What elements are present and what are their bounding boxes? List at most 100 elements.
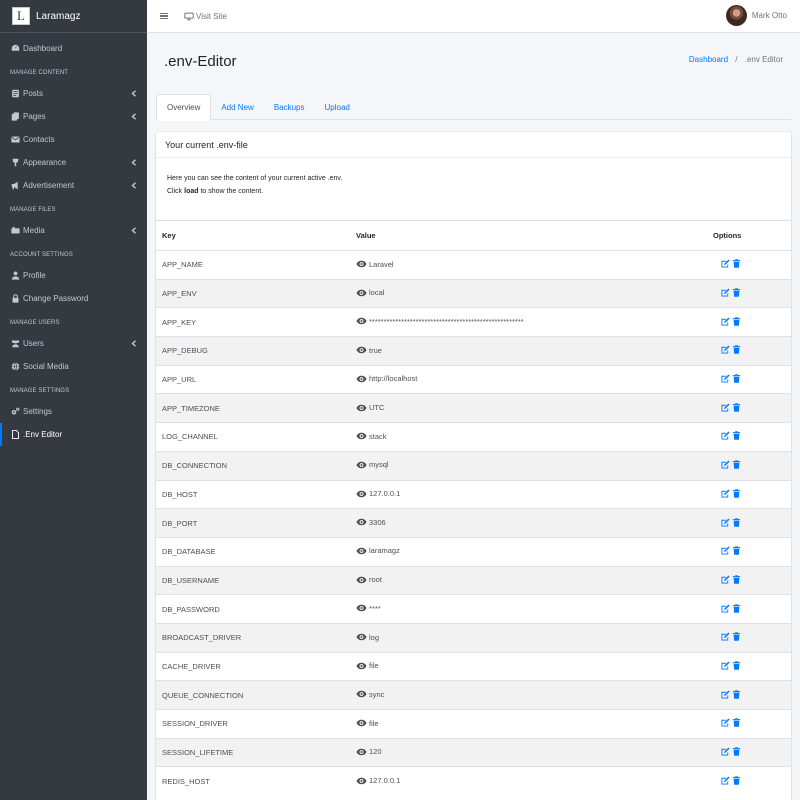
edit-icon[interactable]	[721, 575, 730, 586]
env-value-cell: sync	[356, 680, 713, 710]
env-key: DB_PASSWORD	[156, 594, 356, 624]
eye-icon[interactable]	[356, 490, 367, 498]
row-options	[713, 622, 791, 653]
edit-icon[interactable]	[721, 288, 730, 299]
edit-icon[interactable]	[721, 317, 730, 328]
sidebar-item-pages[interactable]: Pages	[0, 105, 147, 128]
edit-icon[interactable]	[721, 604, 730, 615]
trash-icon[interactable]	[732, 517, 741, 529]
trash-icon[interactable]	[732, 431, 741, 442]
eye-icon[interactable]	[356, 777, 367, 785]
eye-icon[interactable]	[356, 576, 367, 584]
tab-backups[interactable]: Backups	[264, 94, 315, 120]
row-options	[713, 565, 791, 595]
env-value: ****************************************…	[369, 316, 524, 326]
trash-icon[interactable]	[732, 489, 741, 500]
eye-icon[interactable]	[356, 547, 367, 555]
sidebar-item-contacts[interactable]: Contacts	[0, 128, 147, 151]
trash-icon[interactable]	[732, 460, 741, 471]
eye-icon[interactable]	[356, 375, 367, 383]
eye-icon[interactable]	[356, 346, 367, 354]
visit-site-link[interactable]: Visit Site	[184, 12, 227, 21]
eye-icon[interactable]	[356, 662, 367, 670]
trash-icon[interactable]	[732, 603, 741, 615]
user-menu[interactable]: Mark Otto	[725, 5, 787, 26]
sidebar: L Laramagz Dashboard MANAGE CONTENT Posts P…	[0, 0, 147, 800]
sidebar-item-social-media[interactable]: Social Media	[0, 355, 147, 378]
tab-add-new[interactable]: Add New	[211, 94, 263, 120]
breadcrumb-dashboard-link[interactable]: Dashboard	[689, 55, 728, 64]
edit-icon[interactable]	[721, 718, 730, 729]
edit-icon[interactable]	[721, 345, 730, 356]
edit-icon[interactable]	[721, 374, 730, 385]
eye-icon[interactable]	[356, 260, 367, 268]
edit-icon[interactable]	[721, 489, 730, 500]
edit-icon[interactable]	[721, 431, 730, 442]
sidebar-item-settings[interactable]: Settings	[0, 400, 147, 423]
trash-icon[interactable]	[732, 661, 741, 672]
row-options	[713, 651, 791, 681]
edit-icon[interactable]	[721, 747, 730, 758]
table-row: APP_NAME Laravel	[156, 250, 791, 280]
sidebar-item-label: Contacts	[23, 135, 55, 144]
eye-icon[interactable]	[356, 604, 367, 612]
trash-icon[interactable]	[732, 288, 741, 299]
eye-icon[interactable]	[356, 748, 367, 756]
tab-upload[interactable]: Upload	[315, 94, 360, 120]
trash-icon[interactable]	[732, 776, 741, 787]
eye-icon[interactable]	[356, 404, 367, 412]
trash-icon[interactable]	[732, 316, 741, 328]
trash-icon[interactable]	[732, 403, 741, 414]
trash-icon[interactable]	[732, 575, 741, 586]
eye-icon[interactable]	[356, 317, 367, 325]
row-options	[713, 508, 791, 538]
lock-icon	[10, 294, 21, 303]
eye-icon[interactable]	[356, 633, 367, 641]
eye-icon[interactable]	[356, 518, 367, 526]
row-options	[713, 278, 791, 308]
sidebar-item-posts[interactable]: Posts	[0, 82, 147, 105]
trash-icon[interactable]	[732, 632, 741, 643]
edit-icon[interactable]	[721, 403, 730, 414]
edit-icon[interactable]	[721, 517, 730, 529]
env-key: APP_ENV	[156, 278, 356, 308]
sidebar-item-profile[interactable]: Profile	[0, 264, 147, 287]
trash-icon[interactable]	[732, 345, 741, 356]
sidebar-item-media[interactable]: Media	[0, 219, 147, 242]
env-card: Your current .env-file Here you can see …	[156, 132, 791, 800]
menu-toggle-icon[interactable]	[160, 12, 168, 20]
eye-icon[interactable]	[356, 690, 367, 698]
trash-icon[interactable]	[732, 546, 741, 557]
edit-icon[interactable]	[721, 690, 730, 701]
env-value-cell: UTC	[356, 393, 713, 423]
sidebar-item-label: Settings	[23, 407, 52, 416]
env-key: DB_PORT	[156, 508, 356, 538]
contacts-icon	[10, 135, 21, 144]
trash-icon[interactable]	[732, 259, 741, 270]
edit-icon[interactable]	[721, 661, 730, 672]
brand[interactable]: L Laramagz	[0, 0, 147, 33]
eye-icon[interactable]	[356, 432, 367, 440]
sidebar-item-advertisement[interactable]: Advertisement	[0, 174, 147, 197]
trash-icon[interactable]	[732, 718, 741, 729]
sidebar-item-change-password[interactable]: Change Password	[0, 287, 147, 310]
sidebar-item-users[interactable]: Users	[0, 332, 147, 355]
trash-icon[interactable]	[732, 689, 741, 701]
edit-icon[interactable]	[721, 460, 730, 471]
table-row: SESSION_DRIVER file	[156, 709, 791, 739]
breadcrumb-current: .env Editor	[744, 55, 783, 64]
tab-overview[interactable]: Overview	[156, 94, 212, 121]
eye-icon[interactable]	[356, 289, 367, 297]
sidebar-item-dashboard[interactable]: Dashboard	[0, 37, 147, 60]
trash-icon[interactable]	[732, 374, 741, 385]
sidebar-item-env-editor[interactable]: .Env Editor	[0, 423, 147, 446]
table-row: SESSION_LIFETIME 120	[156, 737, 791, 767]
edit-icon[interactable]	[721, 632, 730, 643]
eye-icon[interactable]	[356, 461, 367, 469]
trash-icon[interactable]	[732, 747, 741, 758]
edit-icon[interactable]	[721, 259, 730, 270]
edit-icon[interactable]	[721, 546, 730, 557]
sidebar-item-appearance[interactable]: Appearance	[0, 151, 147, 174]
eye-icon[interactable]	[356, 719, 367, 727]
edit-icon[interactable]	[721, 776, 730, 787]
